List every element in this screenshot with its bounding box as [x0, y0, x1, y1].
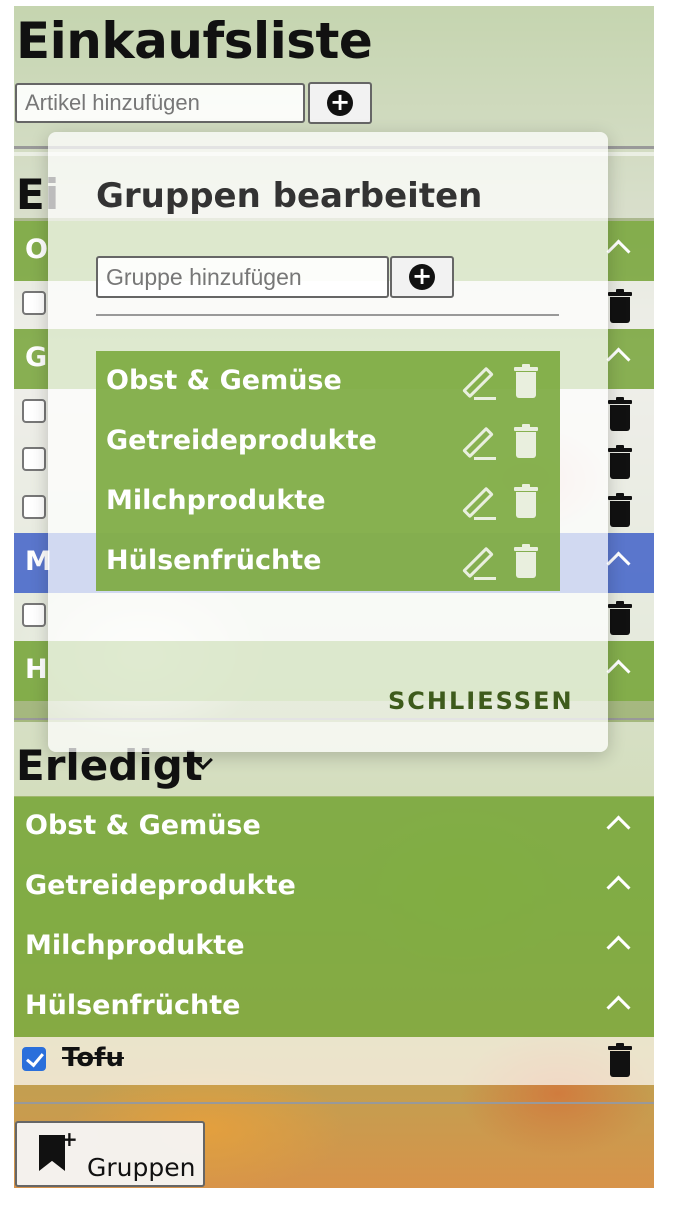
chevron-up-icon[interactable]: [606, 995, 631, 1020]
trash-icon[interactable]: [608, 1043, 632, 1077]
done-group-header[interactable]: Milchprodukte: [14, 917, 654, 977]
done-group-header[interactable]: Getreideprodukte: [14, 857, 654, 917]
add-item-button[interactable]: +: [308, 82, 372, 124]
groups-button-label: Gruppen: [87, 1153, 196, 1182]
group-label: G: [25, 342, 48, 373]
trash-icon[interactable]: [608, 445, 632, 479]
edit-icon[interactable]: [458, 483, 498, 523]
group-list-item: Getreideprodukte: [96, 411, 560, 471]
chevron-up-icon[interactable]: [606, 347, 631, 372]
done-group-header[interactable]: Obst & Gemüse: [14, 797, 654, 857]
edit-icon[interactable]: [458, 363, 498, 403]
group-label: Getreideprodukte: [25, 870, 296, 901]
group-name: Obst & Gemüse: [106, 365, 342, 396]
edit-groups-dialog: Gruppen bearbeiten + Obst & Gemüse Getre…: [48, 132, 608, 752]
item-checkbox[interactable]: [22, 291, 46, 315]
trash-icon[interactable]: [514, 484, 538, 518]
chevron-up-icon[interactable]: [606, 551, 631, 576]
chevron-up-icon[interactable]: [606, 875, 631, 900]
item-checkbox[interactable]: [22, 603, 46, 627]
group-name: Getreideprodukte: [106, 425, 377, 456]
dialog-divider: [96, 314, 559, 316]
item-label: Tofu: [62, 1043, 124, 1073]
trash-icon[interactable]: [608, 601, 632, 635]
edit-icon[interactable]: [458, 423, 498, 463]
footer-divider: [14, 1102, 654, 1104]
item-checkbox[interactable]: [22, 399, 46, 423]
trash-icon[interactable]: [514, 544, 538, 578]
chevron-up-icon[interactable]: [606, 815, 631, 840]
add-group-input[interactable]: [96, 256, 389, 298]
group-name: Milchprodukte: [106, 485, 326, 516]
add-item-input[interactable]: [15, 83, 305, 123]
trash-icon[interactable]: [608, 493, 632, 527]
edit-icon[interactable]: [458, 543, 498, 583]
groups-button[interactable]: + Gruppen: [15, 1121, 205, 1187]
chevron-up-icon[interactable]: [606, 935, 631, 960]
item-checkbox[interactable]: [22, 447, 46, 471]
done-group-header[interactable]: Hülsenfrüchte: [14, 977, 654, 1037]
plus-circle-icon: +: [327, 90, 353, 116]
group-label: O: [25, 234, 48, 265]
page-title: Einkaufsliste: [16, 12, 373, 70]
item-checkbox[interactable]: [22, 495, 46, 519]
group-list-item: Obst & Gemüse: [96, 351, 560, 411]
trash-icon[interactable]: [514, 364, 538, 398]
chevron-up-icon[interactable]: [606, 239, 631, 264]
plus-circle-icon: +: [409, 264, 435, 290]
chevron-up-icon[interactable]: [606, 659, 631, 684]
trash-icon[interactable]: [608, 289, 632, 323]
group-list-item: Hülsenfrüchte: [96, 531, 560, 591]
close-button[interactable]: SCHLIESSEN: [388, 687, 574, 715]
group-label: H: [25, 654, 48, 685]
group-name: Hülsenfrüchte: [106, 545, 322, 576]
dialog-title: Gruppen bearbeiten: [96, 176, 483, 216]
group-list-item: Milchprodukte: [96, 471, 560, 531]
group-label: Hülsenfrüchte: [25, 990, 241, 1021]
item-checkbox-checked[interactable]: [22, 1047, 46, 1071]
group-list: Obst & Gemüse Getreideprodukte Milchprod…: [96, 351, 560, 591]
add-group-button[interactable]: +: [390, 256, 454, 298]
group-label: Milchprodukte: [25, 930, 245, 961]
trash-icon[interactable]: [514, 424, 538, 458]
group-label: Obst & Gemüse: [25, 810, 261, 841]
done-list-item: Tofu: [14, 1037, 654, 1085]
trash-icon[interactable]: [608, 397, 632, 431]
